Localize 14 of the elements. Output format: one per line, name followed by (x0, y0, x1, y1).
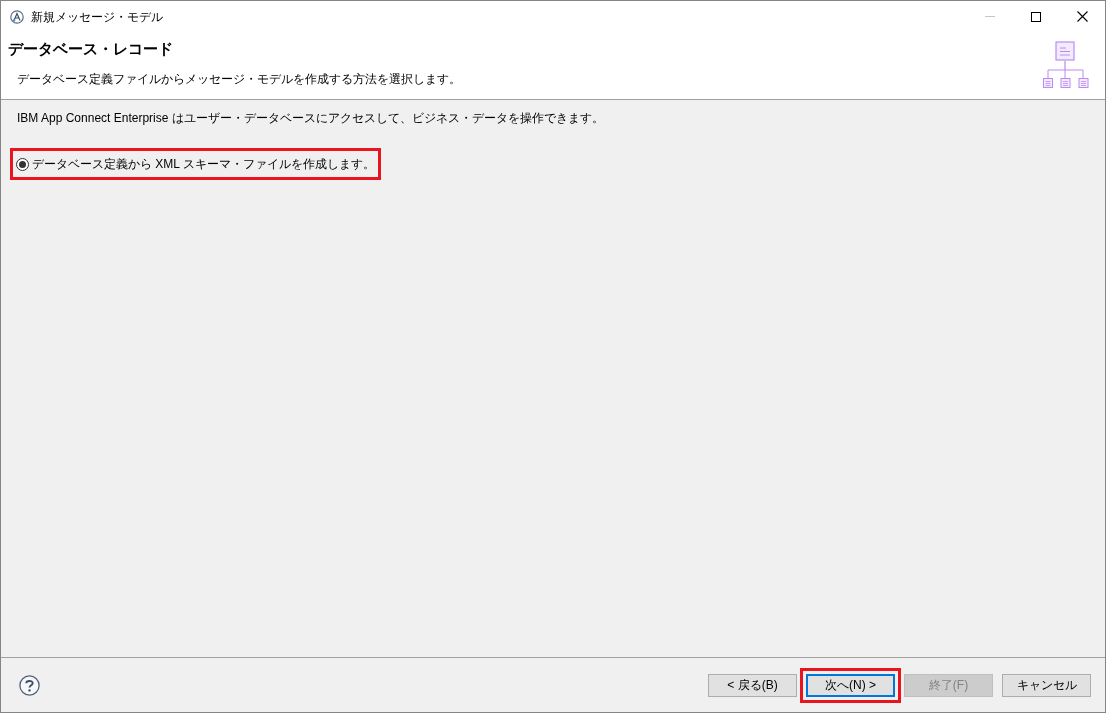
page-title: データベース・レコード (8, 39, 173, 59)
window-title: 新規メッセージ・モデル (31, 8, 163, 26)
document-hierarchy-icon (1041, 41, 1091, 89)
radio-button[interactable] (16, 157, 29, 171)
page-description: データベース定義ファイルからメッセージ・モデルを作成する方法を選択します。 (17, 71, 461, 87)
intro-text: IBM App Connect Enterprise はユーザー・データベースにアクセスして、ビジネス・データを操作できます。 (17, 110, 604, 126)
close-icon (1076, 11, 1088, 22)
dialog-button[interactable]: < 戻る(B) (708, 673, 797, 697)
option-label[interactable]: データベース定義から XML スキーマ・ファイルを作成します。 (32, 156, 375, 172)
maximize-icon (1031, 11, 1041, 22)
app-logo-icon (10, 9, 24, 24)
dialog-button[interactable]: 次へ(N) > (806, 673, 895, 697)
help-icon[interactable] (19, 674, 40, 696)
dialog-button[interactable]: キャンセル (1002, 673, 1091, 697)
